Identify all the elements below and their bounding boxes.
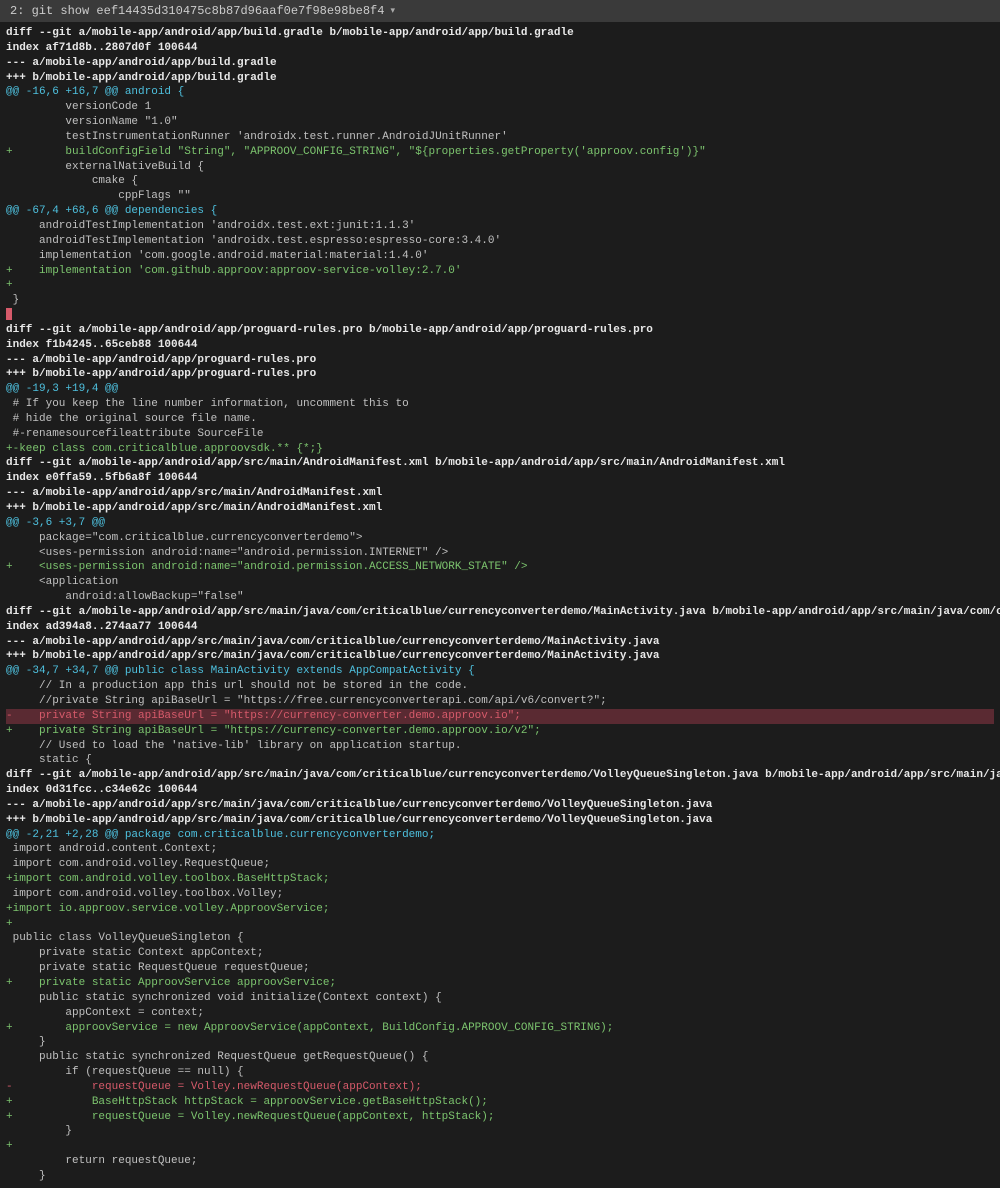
diff-line: versionName "1.0" xyxy=(6,115,994,130)
diff-line: appContext = context; xyxy=(6,1006,994,1021)
diff-line: androidTestImplementation 'androidx.test… xyxy=(6,234,994,249)
diff-line: +import io.approov.service.volley.Approo… xyxy=(6,902,994,917)
diff-line: } xyxy=(6,1035,994,1050)
diff-line: index f1b4245..65ceb88 100644 xyxy=(6,338,994,353)
diff-line: @@ -3,6 +3,7 @@ xyxy=(6,516,994,531)
diff-line: #-renamesourcefileattribute SourceFile xyxy=(6,427,994,442)
diff-line: @@ -19,3 +19,4 @@ xyxy=(6,382,994,397)
diff-line: import com.android.volley.toolbox.Volley… xyxy=(6,887,994,902)
diff-line: versionCode 1 xyxy=(6,100,994,115)
diff-line: + BaseHttpStack httpStack = approovServi… xyxy=(6,1095,994,1110)
diff-line: diff --git a/mobile-app/android/app/buil… xyxy=(6,26,994,41)
diff-line: - private String apiBaseUrl = "https://c… xyxy=(6,709,994,724)
diff-line: cppFlags "" xyxy=(6,189,994,204)
terminal-title-bar[interactable]: 2: git show eef14435d310475c8b87d96aaf0e… xyxy=(0,0,1000,22)
diff-line: } xyxy=(6,1124,994,1139)
diff-line: + private static ApproovService approovS… xyxy=(6,976,994,991)
diff-line: +++ b/mobile-app/android/app/src/main/An… xyxy=(6,501,994,516)
terminal-title-text: 2: git show eef14435d310475c8b87d96aaf0e… xyxy=(10,3,384,19)
diff-line: +++ b/mobile-app/android/app/src/main/ja… xyxy=(6,649,994,664)
diff-line: diff --git a/mobile-app/android/app/src/… xyxy=(6,768,994,783)
diff-line: --- a/mobile-app/android/app/proguard-ru… xyxy=(6,353,994,368)
diff-line: public class VolleyQueueSingleton { xyxy=(6,931,994,946)
diff-line: //private String apiBaseUrl = "https://f… xyxy=(6,694,994,709)
diff-line: +import com.android.volley.toolbox.BaseH… xyxy=(6,872,994,887)
diff-line: --- a/mobile-app/android/app/src/main/ja… xyxy=(6,635,994,650)
diff-line: @@ -67,4 +68,6 @@ dependencies { xyxy=(6,204,994,219)
diff-line: + approovService = new ApproovService(ap… xyxy=(6,1021,994,1036)
diff-line: @@ -2,21 +2,28 @@ package com.criticalbl… xyxy=(6,828,994,843)
diff-line: --- a/mobile-app/android/app/src/main/An… xyxy=(6,486,994,501)
diff-line: +-keep class com.criticalblue.approovsdk… xyxy=(6,442,994,457)
diff-line: + buildConfigField "String", "APPROOV_CO… xyxy=(6,145,994,160)
diff-line: @@ -34,7 +34,7 @@ public class MainActiv… xyxy=(6,664,994,679)
diff-line: private static RequestQueue requestQueue… xyxy=(6,961,994,976)
diff-line: // In a production app this url should n… xyxy=(6,679,994,694)
diff-line: implementation 'com.google.android.mater… xyxy=(6,249,994,264)
diff-line: } xyxy=(6,293,994,308)
diff-line: // Used to load the 'native-lib' library… xyxy=(6,739,994,754)
diff-line: +++ b/mobile-app/android/app/build.gradl… xyxy=(6,71,994,86)
diff-line: +++ b/mobile-app/android/app/src/main/ja… xyxy=(6,813,994,828)
diff-line: if (requestQueue == null) { xyxy=(6,1065,994,1080)
diff-line: android:allowBackup="false" xyxy=(6,590,994,605)
diff-line: - requestQueue = Volley.newRequestQueue(… xyxy=(6,1080,994,1095)
diff-line: --- a/mobile-app/android/app/src/main/ja… xyxy=(6,798,994,813)
diff-line: diff --git a/mobile-app/android/app/prog… xyxy=(6,323,994,338)
diff-line: index e0ffa59..5fb6a8f 100644 xyxy=(6,471,994,486)
diff-line: return requestQueue; xyxy=(6,1154,994,1169)
diff-line: externalNativeBuild { xyxy=(6,160,994,175)
diff-line: public static synchronized RequestQueue … xyxy=(6,1050,994,1065)
diff-line: import com.android.volley.RequestQueue; xyxy=(6,857,994,872)
diff-line: # If you keep the line number informatio… xyxy=(6,397,994,412)
diff-line: @@ -16,6 +16,7 @@ android { xyxy=(6,85,994,100)
diff-line: + implementation 'com.github.approov:app… xyxy=(6,264,994,279)
diff-line: +++ b/mobile-app/android/app/proguard-ru… xyxy=(6,367,994,382)
diff-line: <application xyxy=(6,575,994,590)
diff-line: cmake { xyxy=(6,174,994,189)
diff-line: + private String apiBaseUrl = "https://c… xyxy=(6,724,994,739)
diff-line xyxy=(6,308,12,320)
diff-line: static { xyxy=(6,753,994,768)
diff-line: + requestQueue = Volley.newRequestQueue(… xyxy=(6,1110,994,1125)
diff-line: index ad394a8..274aa77 100644 xyxy=(6,620,994,635)
diff-line: public static synchronized void initiali… xyxy=(6,991,994,1006)
diff-line: package="com.criticalblue.currencyconver… xyxy=(6,531,994,546)
diff-line: } xyxy=(6,1169,994,1184)
diff-line: private static Context appContext; xyxy=(6,946,994,961)
diff-line: import android.content.Context; xyxy=(6,842,994,857)
diff-line: + <uses-permission android:name="android… xyxy=(6,560,994,575)
diff-line: index af71d8b..2807d0f 100644 xyxy=(6,41,994,56)
diff-line: + xyxy=(6,1139,994,1154)
dropdown-arrow-icon[interactable]: ▾ xyxy=(390,5,395,17)
diff-line: testInstrumentationRunner 'androidx.test… xyxy=(6,130,994,145)
diff-line: --- a/mobile-app/android/app/build.gradl… xyxy=(6,56,994,71)
diff-line: androidTestImplementation 'androidx.test… xyxy=(6,219,994,234)
diff-output: diff --git a/mobile-app/android/app/buil… xyxy=(0,22,1000,1188)
diff-line: <uses-permission android:name="android.p… xyxy=(6,546,994,561)
diff-line: + xyxy=(6,278,994,293)
diff-line: diff --git a/mobile-app/android/app/src/… xyxy=(6,605,994,620)
diff-line: + xyxy=(6,917,994,932)
diff-line: diff --git a/mobile-app/android/app/src/… xyxy=(6,456,994,471)
diff-line: # hide the original source file name. xyxy=(6,412,994,427)
diff-line: index 0d31fcc..c34e62c 100644 xyxy=(6,783,994,798)
